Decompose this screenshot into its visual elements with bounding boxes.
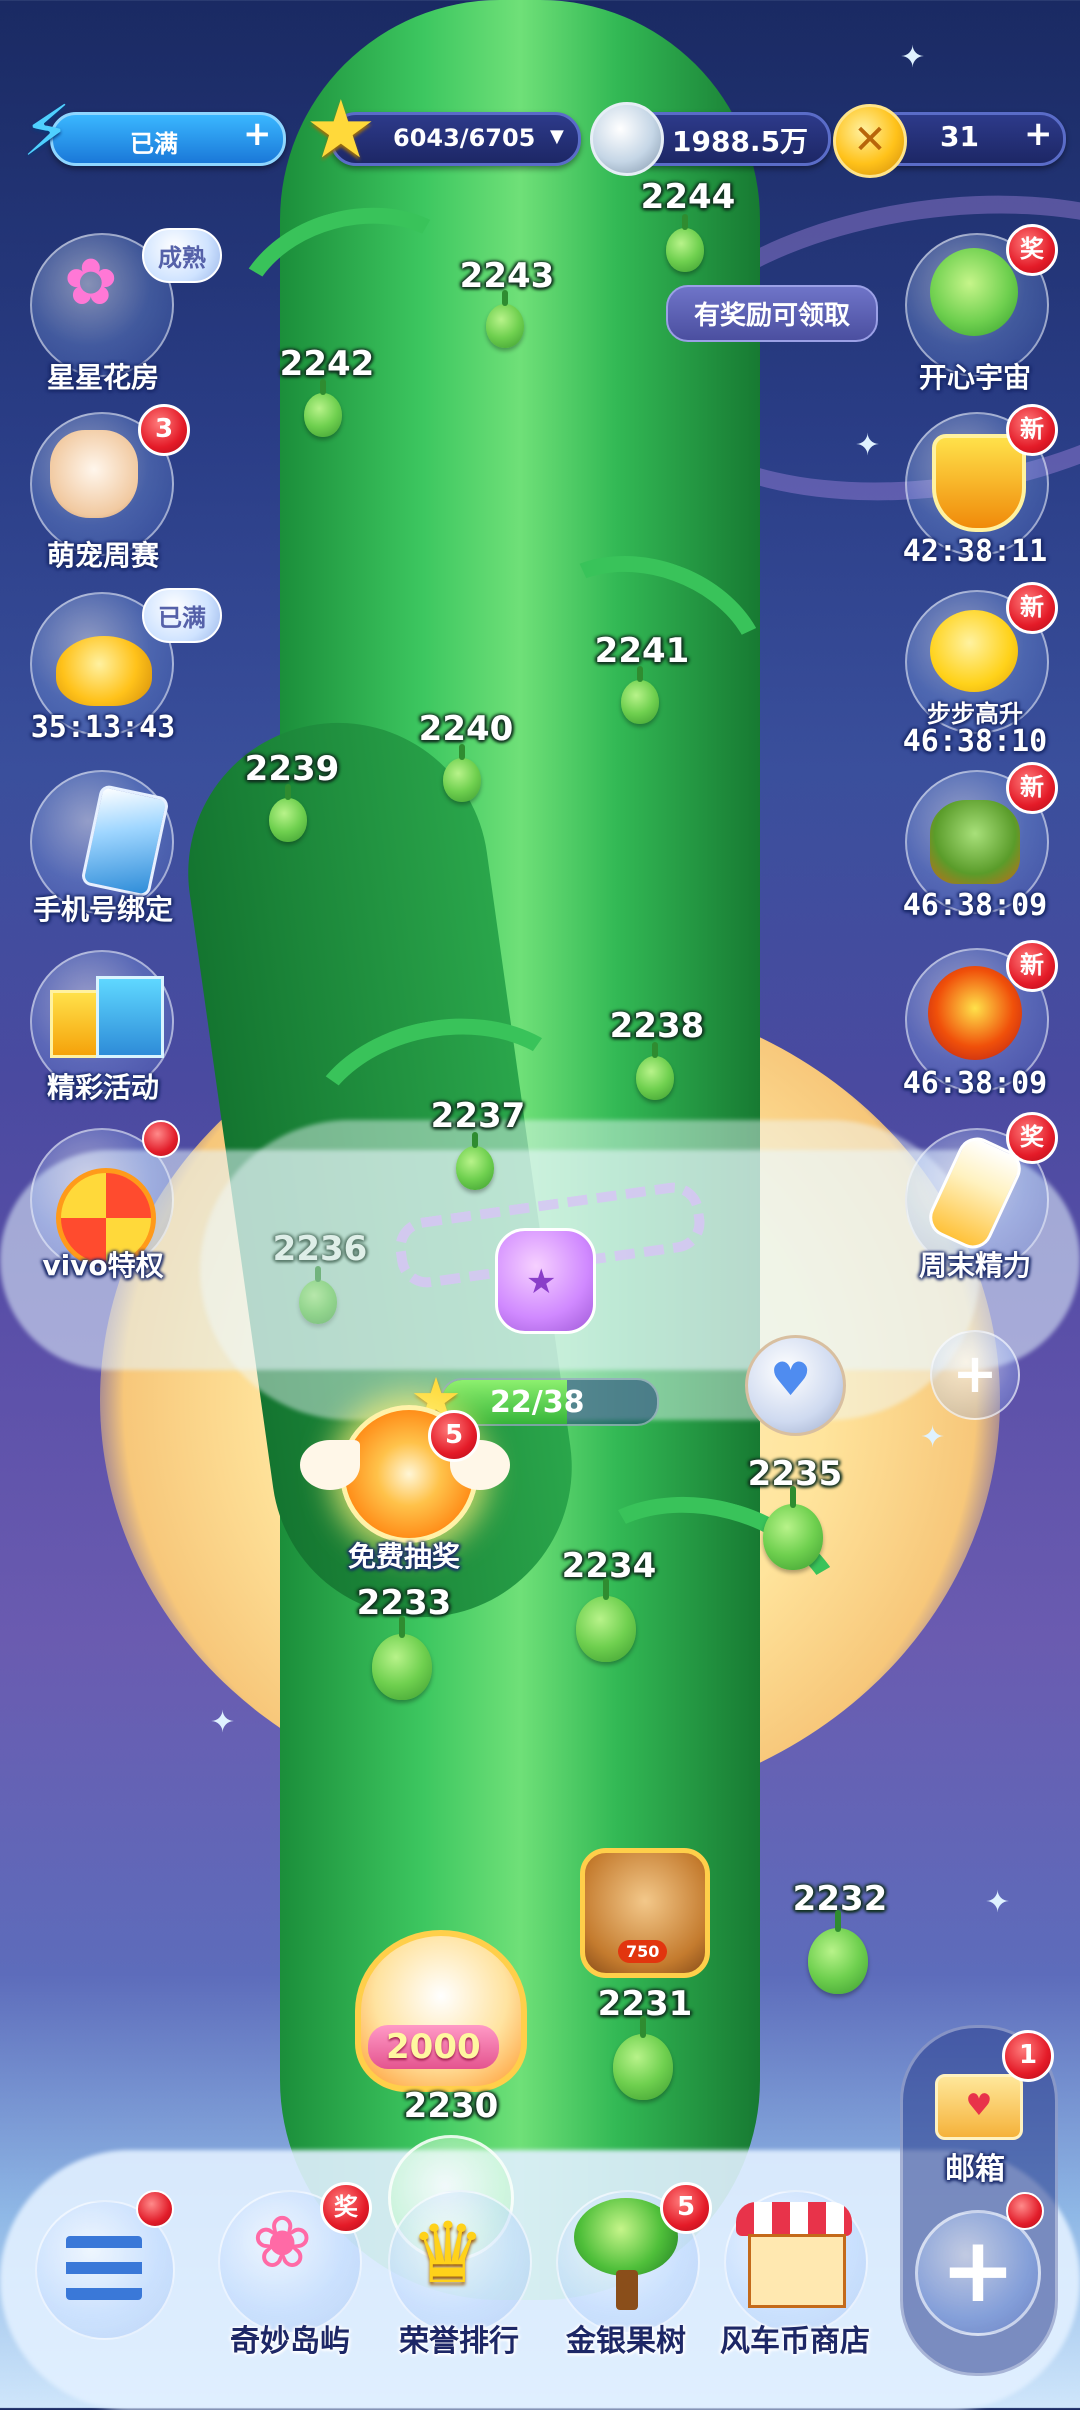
lion-head-icon (928, 966, 1022, 1060)
sidebar-item-weekend-energy[interactable]: 周末精力 (919, 1244, 1031, 1284)
sidebar-item-medal-timer[interactable]: 42:38:11 (903, 534, 1048, 569)
sidebar-item-star-greenhouse[interactable]: 星星花房 (47, 356, 159, 396)
coin-pile-icon (56, 636, 152, 706)
gold-value: 31 (940, 120, 979, 153)
nav-honor-rank[interactable]: 荣誉排行 (399, 2316, 519, 2360)
milestone-banner: 2000 (368, 2025, 499, 2069)
heart-icon: ♥ (770, 1352, 812, 1406)
level-number-locked: 2236 (272, 1229, 368, 1269)
nav-windmill-shop[interactable]: 风车币商店 (720, 2316, 870, 2360)
level-number: 2230 (403, 2086, 499, 2126)
crown-shape-icon: ♛ (410, 2204, 486, 2302)
level-pod[interactable] (443, 744, 481, 802)
level-pod[interactable] (808, 1910, 868, 1994)
new-badge: 新 (1006, 582, 1058, 634)
mailbox-label[interactable]: 邮箱 (945, 2144, 1005, 2188)
level-pod[interactable] (576, 1578, 636, 1662)
flower-icon: ✿ (64, 246, 118, 320)
cat-badge: 3 (138, 404, 190, 456)
star-icon: ★ (305, 83, 377, 176)
level-pod[interactable] (456, 1132, 494, 1190)
level-pod-locked (299, 1266, 337, 1324)
reward-tooltip[interactable]: 有奖励可领取 (666, 285, 879, 342)
new-badge: 新 (1006, 762, 1058, 814)
level-number: 2239 (244, 749, 340, 789)
expand-plus-button[interactable]: + (930, 1330, 1020, 1420)
reward-tooltip-text: 有奖励可领取 (694, 301, 851, 331)
notification-dot (142, 1120, 180, 1158)
level-number: 2238 (609, 1006, 705, 1046)
level-pod[interactable] (269, 784, 307, 842)
energy-label: 已满 (130, 130, 178, 158)
step-up-timer: 46:38:10 (902, 724, 1048, 759)
full-tag: 已满 (142, 588, 222, 643)
sidebar-item-pet-weekly[interactable]: 萌宠周赛 (47, 534, 159, 574)
level-number: 2237 (430, 1096, 526, 1136)
notification-dot (136, 2190, 174, 2228)
shop-body-icon (748, 2234, 846, 2308)
lottery-badge: 5 (428, 1410, 480, 1462)
sidebar-item-vivo[interactable]: vivo特权 (42, 1244, 163, 1284)
new-badge: 新 (1006, 940, 1058, 992)
coral-tree-icon: ❀ (252, 2200, 313, 2284)
menu-icon (66, 2236, 142, 2300)
sidebar-item-phone-bind[interactable]: 手机号绑定 (33, 888, 173, 928)
nav-wonder-island[interactable]: 奇妙岛屿 (230, 2316, 350, 2360)
shield-badge-icon (932, 434, 1026, 532)
ripe-tag: 成熟 (142, 228, 222, 283)
notification-dot (1006, 2192, 1044, 2230)
sparkle-icon: ✦ (855, 428, 881, 463)
level-pod[interactable] (613, 2016, 673, 2100)
level-pod[interactable] (372, 1616, 432, 1700)
frog-face-icon (930, 248, 1018, 336)
level-pod[interactable] (621, 666, 659, 724)
gift-box-icon (96, 976, 164, 1058)
gold-plus-button[interactable]: + (1024, 114, 1053, 154)
sparkle-icon: ✦ (985, 1885, 1011, 1920)
new-badge: 新 (1006, 404, 1058, 456)
level-number: 2241 (594, 631, 690, 671)
level-number: 2240 (418, 709, 514, 749)
level-pod[interactable] (304, 379, 342, 437)
level-number: 2244 (640, 177, 736, 217)
chick-face-icon (930, 610, 1018, 692)
lightning-icon: ⚡ (22, 90, 72, 172)
sparkle-icon: ✦ (920, 1420, 946, 1455)
level-pod[interactable] (666, 214, 704, 272)
stars-value: 6043/6705 (393, 124, 536, 152)
level-pod[interactable] (636, 1042, 674, 1100)
reward-badge: 奖 (1006, 1112, 1058, 1164)
sparkle-icon: ✦ (900, 40, 926, 75)
silver-value: 1988.5万 (672, 125, 809, 158)
mail-badge: 1 (1002, 2030, 1054, 2082)
energy-plus-button[interactable]: + (243, 114, 272, 154)
star-progress-text: 22/38 (490, 1385, 585, 1420)
lottery-label[interactable]: 免费抽奖 (348, 1535, 460, 1575)
sidebar-item-zongzi-timer[interactable]: 46:38:09 (903, 888, 1048, 923)
dog-badge: 750 (618, 1940, 668, 1963)
chevron-down-icon[interactable]: ▼ (550, 126, 564, 147)
level-number: 2234 (561, 1546, 657, 1586)
tree-trunk-icon (616, 2270, 638, 2310)
level-pod[interactable] (486, 290, 524, 348)
nav-fruit-tree[interactable]: 金银果树 (566, 2316, 686, 2360)
level-pod[interactable] (763, 1486, 823, 1570)
sidebar-item-coin-timer[interactable]: 35:13:43 (31, 710, 176, 745)
sidebar-item-events[interactable]: 精彩活动 (47, 1066, 159, 1106)
shop-roof-icon (736, 2202, 852, 2236)
zongzi-basket-icon (930, 800, 1020, 884)
wing-icon (300, 1440, 360, 1490)
silver-coin-icon (590, 102, 664, 176)
gold-coin-icon: ✕ (833, 104, 907, 178)
level-number: 2242 (279, 344, 375, 384)
cat-face-icon (50, 430, 138, 518)
sidebar-item-happy-universe[interactable]: 开心宇宙 (919, 356, 1031, 396)
lock-star-icon: ★ (526, 1262, 557, 1302)
tree-badge: 5 (660, 2182, 712, 2234)
mail-icon[interactable]: ♥ (935, 2074, 1023, 2140)
sparkle-icon: ✦ (210, 1705, 236, 1740)
reward-badge: 奖 (1006, 224, 1058, 276)
reward-badge: 奖 (320, 2182, 372, 2234)
sidebar-item-lion-timer[interactable]: 46:38:09 (903, 1066, 1048, 1101)
